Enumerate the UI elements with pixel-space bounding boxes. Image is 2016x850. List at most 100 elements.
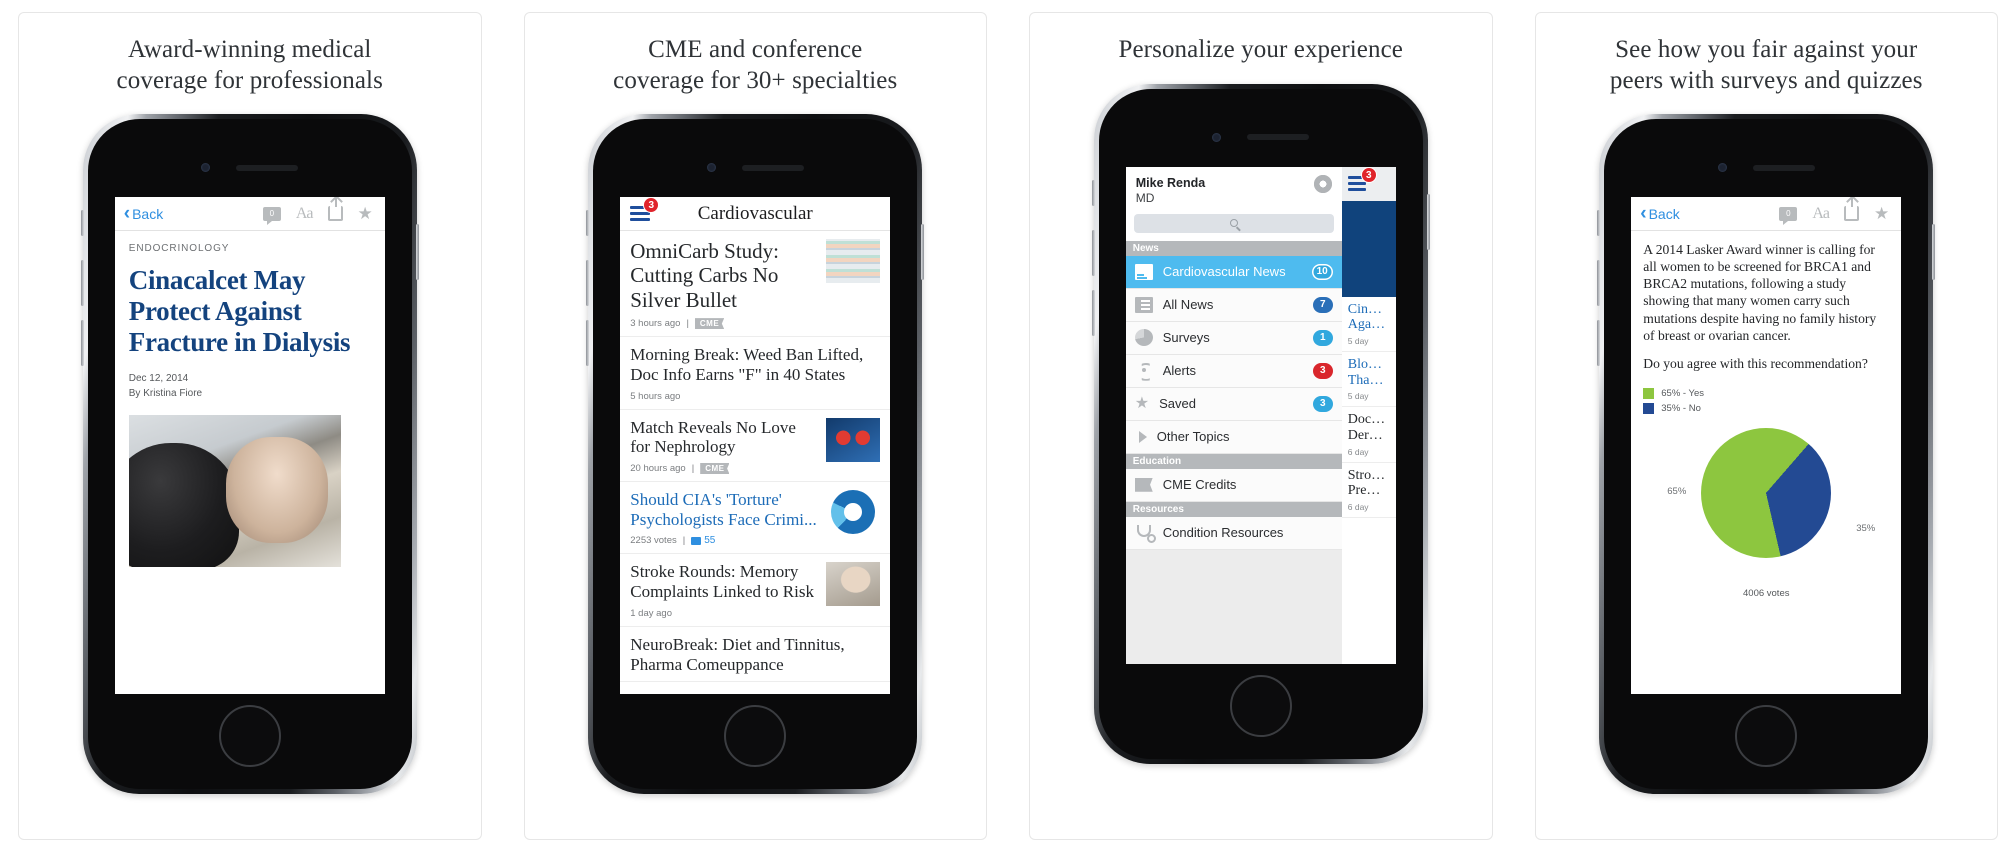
peek-item-title: Stro… Pre… [1347, 467, 1386, 499]
article-photo [128, 415, 341, 568]
peek-list-item[interactable]: Blo… Tha… 5 day [1341, 352, 1396, 408]
sidebar-item-label: Cardiovascular News [1162, 264, 1286, 280]
pie-chart-icon [1134, 329, 1153, 347]
peek-item-time: 6 day [1347, 501, 1369, 512]
share-icon[interactable] [1844, 197, 1859, 221]
peek-header: 3 [1341, 166, 1396, 201]
phone-power-button [921, 224, 925, 280]
phone-silent-switch [80, 210, 84, 236]
search-icon [1229, 219, 1238, 228]
status-badge: 3 [1312, 395, 1333, 412]
peek-item-title: Doc… Der… [1347, 412, 1386, 443]
comment-count-group: 55 [691, 535, 715, 546]
list-item-title: OmniCarb Study: Cutting Carbs No Silver … [630, 239, 780, 312]
list-icon [1134, 296, 1153, 313]
sidebar-item-label: All News [1162, 297, 1214, 313]
sidebar-item-cardiovascular-news[interactable]: Cardiovascular News 10 [1125, 255, 1342, 289]
earpiece-speaker [741, 164, 804, 171]
phone-volume-up [586, 260, 590, 306]
search-input[interactable] [1133, 213, 1334, 233]
sidebar-item-cme-credits[interactable]: CME Credits [1125, 468, 1342, 502]
section-header-news: News [1125, 240, 1342, 256]
back-button[interactable]: ‹ Back [1640, 204, 1679, 223]
comment-icon[interactable]: 0 [262, 206, 281, 225]
section-header-resources: Resources [1125, 501, 1342, 517]
text-size-icon[interactable]: Aa [1812, 205, 1830, 223]
list-item[interactable]: Morning Break: Weed Ban Lifted, Doc Info… [620, 337, 891, 410]
list-item[interactable]: Match Reveals No Love for Nephrology 20 … [620, 410, 891, 482]
sidebar-item-label: Condition Resources [1162, 525, 1284, 541]
article-meta: Dec 12, 2014 By Kristina Fiore [129, 371, 371, 401]
pie-chart: 65% 35% [1643, 427, 1889, 578]
sidebar-item-label: Surveys [1162, 330, 1210, 346]
content-peek[interactable]: 3 Cin… Aga… 5 day Blo… Tha… 5 day Doc… D… [1341, 166, 1396, 664]
stethoscope-icon [1135, 524, 1156, 543]
gear-icon[interactable] [1310, 171, 1335, 196]
home-button[interactable] [724, 705, 787, 767]
chevron-left-icon: ‹ [1640, 203, 1647, 224]
front-camera-icon [201, 163, 211, 172]
phone-volume-down [1091, 289, 1095, 336]
sidebar-item-condition-resources[interactable]: Condition Resources [1125, 516, 1342, 550]
chevron-left-icon: ‹ [123, 203, 131, 224]
hamburger-menu-icon[interactable]: 3 [630, 197, 660, 221]
sidebar-item-surveys[interactable]: Surveys 1 [1125, 321, 1342, 355]
survey-question: Do you agree with this recommendation? [1643, 355, 1868, 371]
legend-item-no: 35% - No [1643, 402, 1889, 414]
peek-list-item[interactable]: Doc… Der… 6 day [1341, 407, 1396, 463]
home-button[interactable] [218, 705, 281, 767]
home-button[interactable] [1229, 674, 1292, 737]
legend-label: 35% - No [1661, 402, 1701, 414]
comment-icon[interactable]: 0 [1779, 206, 1798, 225]
iphone-frame: ‹ Back 0 Aa ★ A 2014 Lasker Award winner… [1597, 114, 1936, 794]
list-item[interactable]: Should CIA's 'Torture' Psychologists Fac… [620, 482, 891, 555]
phone-screen: Mike Renda MD News Cardiovascular News 1… [1125, 166, 1396, 664]
peek-list-item[interactable]: Cin… Aga… 5 day [1341, 297, 1396, 352]
panel-list: CME and conference coverage for 30+ spec… [523, 12, 987, 840]
list-item[interactable]: Stroke Rounds: Memory Complaints Linked … [620, 554, 891, 627]
peek-item-time: 6 day [1347, 446, 1369, 457]
sidebar-footer [1125, 549, 1342, 664]
list-item-title: Stroke Rounds: Memory Complaints Linked … [630, 562, 814, 602]
hamburger-menu-icon[interactable]: 3 [1347, 167, 1377, 191]
list-item[interactable]: NeuroBreak: Diet and Tinnitus, Pharma Co… [620, 627, 891, 683]
comment-icon [691, 536, 702, 545]
separator: | [691, 462, 695, 474]
list-item-title: Morning Break: Weed Ban Lifted, Doc Info… [630, 345, 864, 384]
peek-list-item[interactable]: Stro… Pre… 6 day [1341, 463, 1396, 518]
phone-volume-up [1091, 229, 1095, 276]
peek-item-title: Cin… Aga… [1347, 301, 1386, 333]
earpiece-speaker [1752, 164, 1815, 171]
alert-icon [1135, 363, 1153, 379]
separator: | [686, 318, 689, 330]
sidebar-item-label: CME Credits [1162, 477, 1237, 493]
sidebar-item-other-topics[interactable]: Other Topics [1125, 420, 1342, 454]
star-icon[interactable]: ★ [1874, 205, 1889, 222]
user-degree: MD [1135, 190, 1155, 205]
sidebar-item-all-news[interactable]: All News 7 [1125, 288, 1342, 322]
chart-legend: 65% - Yes 35% - No [1643, 387, 1889, 414]
pie-label-yes: 65% [1667, 485, 1687, 497]
front-camera-icon [706, 163, 716, 172]
iphone-frame: 3 Cardiovascular OmniCarb Study: Cutting… [586, 114, 925, 794]
home-button[interactable] [1735, 705, 1798, 767]
phone-earpiece-row [593, 163, 917, 172]
phone-earpiece-row [1604, 163, 1928, 172]
panel-menu: Personalize your experience Mike Renda M… [1029, 12, 1493, 840]
iphone-frame: ‹ Back 0 Aa ★ ENDOCRINOLOGY Cinacalcet M… [80, 114, 419, 794]
panel-caption: CME and conference coverage for 30+ spec… [613, 36, 898, 94]
back-button[interactable]: ‹ Back [124, 204, 163, 223]
list-item-title: Should CIA's 'Torture' Psychologists Fac… [630, 489, 817, 529]
user-profile[interactable]: Mike Renda MD [1125, 166, 1342, 212]
list-item-thumbnail [826, 239, 881, 283]
sidebar-menu: Mike Renda MD News Cardiovascular News 1… [1125, 166, 1342, 664]
text-size-icon[interactable]: Aa [296, 205, 314, 223]
sidebar-item-alerts[interactable]: Alerts 3 [1125, 354, 1342, 388]
share-icon[interactable] [327, 197, 343, 221]
star-icon[interactable]: ★ [358, 205, 373, 222]
phone-silent-switch [1091, 179, 1095, 206]
legend-label: 65% - Yes [1661, 387, 1705, 399]
sidebar-item-saved[interactable]: ★ Saved 3 [1125, 387, 1342, 421]
list-item[interactable]: OmniCarb Study: Cutting Carbs No Silver … [620, 231, 891, 338]
news-icon [1134, 263, 1153, 280]
